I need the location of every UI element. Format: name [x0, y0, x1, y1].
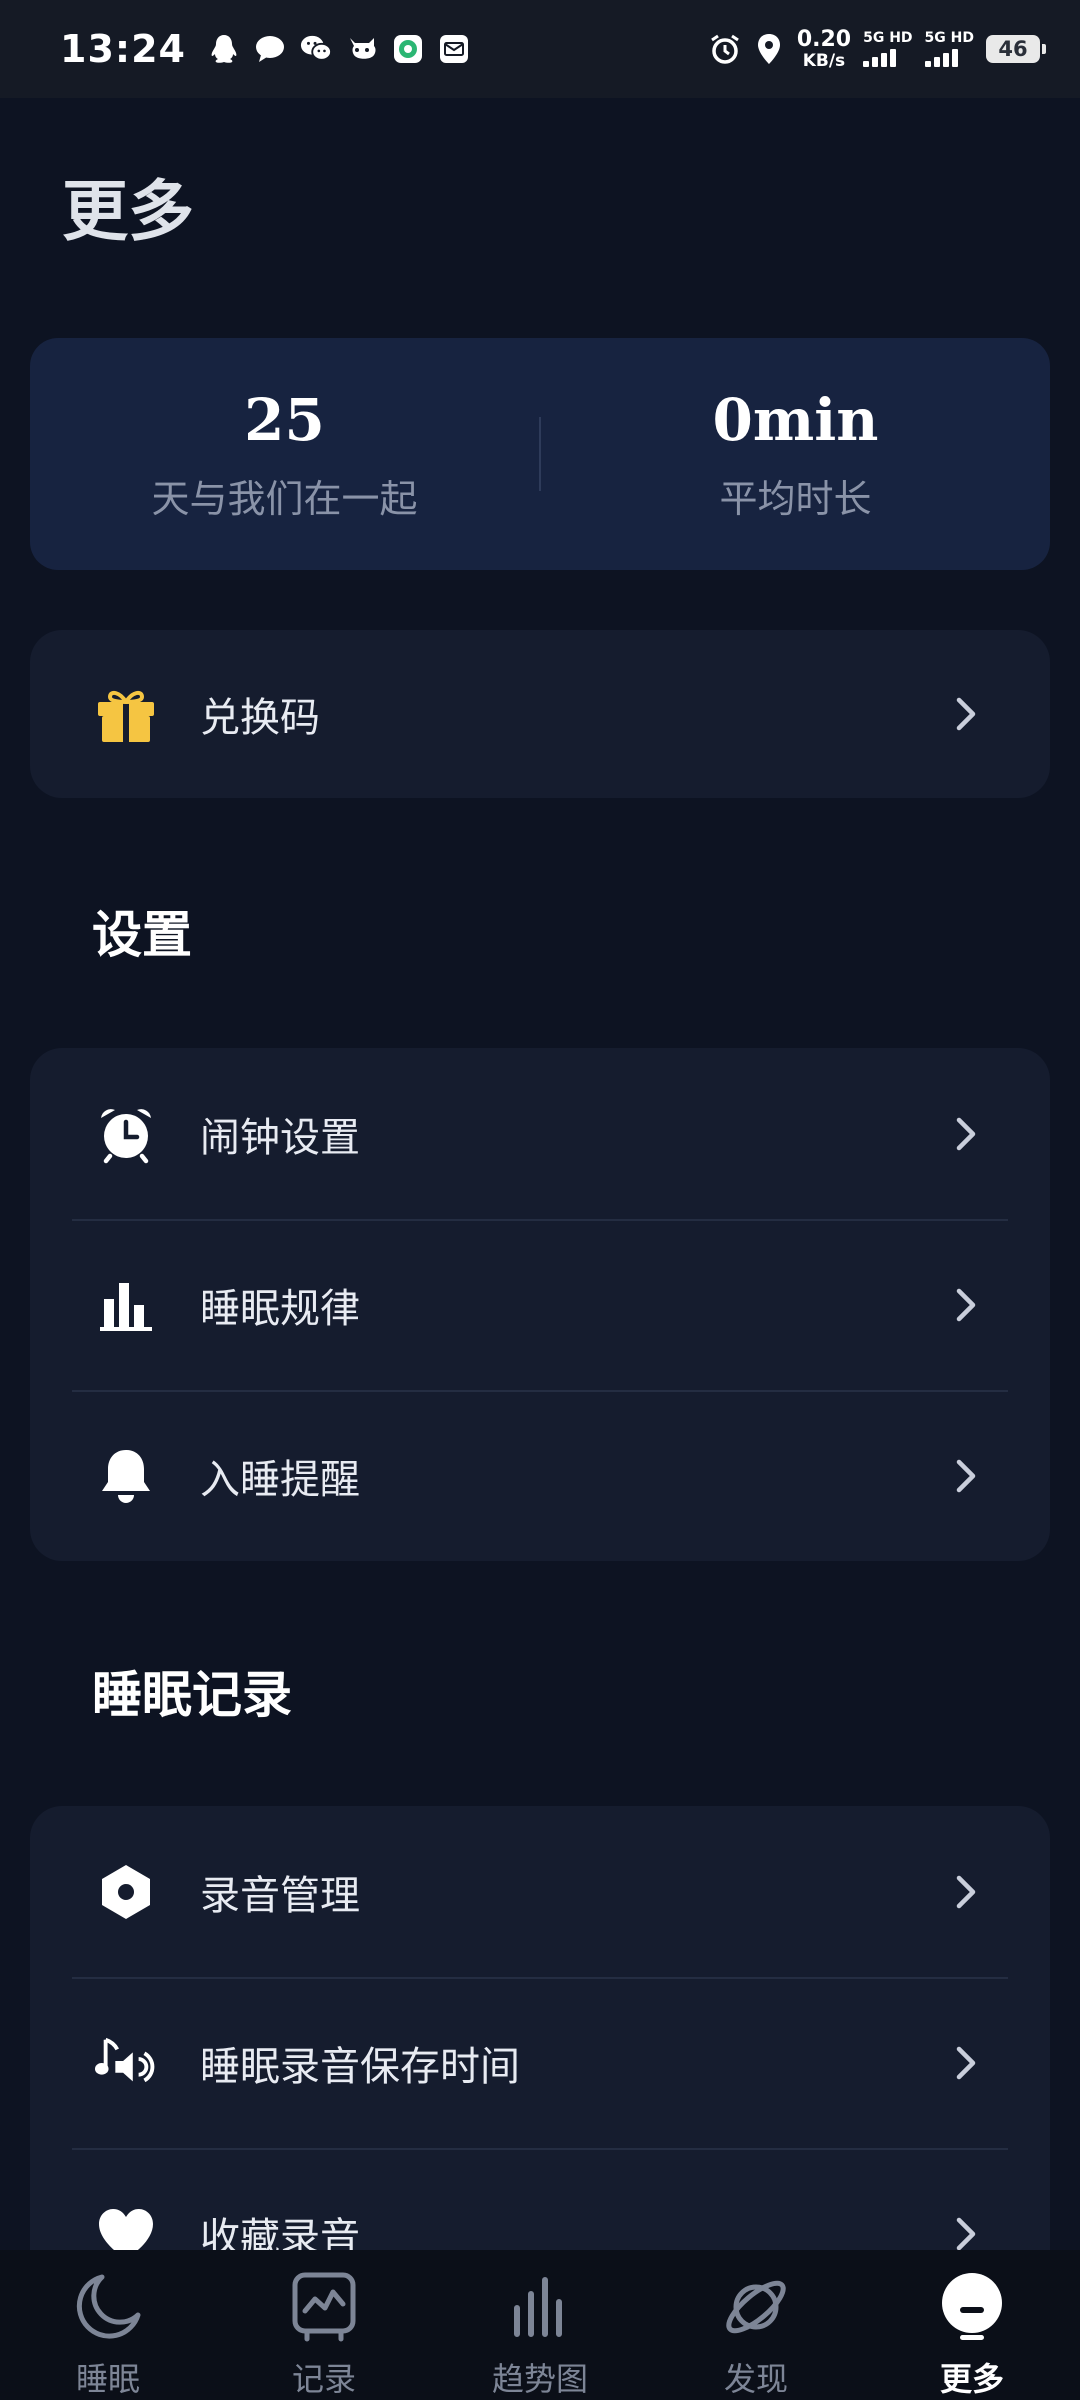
sim2-label: 5G HD — [924, 30, 974, 46]
signal-bars-icon — [924, 49, 958, 67]
notification-icons — [208, 33, 470, 65]
gift-icon — [94, 682, 158, 746]
bottom-nav: 睡眠 记录 趋势图 发现 更多 — [0, 2250, 1080, 2400]
location-icon — [753, 33, 785, 65]
signal-bars-icon — [863, 49, 897, 67]
alarm-clock-icon — [94, 1102, 158, 1166]
hexagon-nut-icon — [94, 1860, 158, 1924]
sim2-signal: 5G HD — [924, 30, 974, 67]
status-bar: 13:24 0.20 KB/s 5G HD 5G HD 46 — [0, 0, 1080, 98]
sleep-records-title: 睡眠记录 — [92, 1666, 292, 1724]
app-green-icon — [392, 33, 424, 65]
sleep-records-card: 录音管理 睡眠录音保存时间 收藏录音 — [30, 1806, 1050, 2326]
nav-discover[interactable]: 发现 — [648, 2250, 864, 2400]
sim1-signal: 5G HD — [863, 30, 913, 67]
avg-value: 0min — [712, 385, 879, 454]
alarm-settings-label: 闹钟设置 — [200, 1114, 360, 1161]
app-icon — [346, 33, 378, 65]
nav-discover-label: 发现 — [723, 2360, 788, 2398]
chevron-right-icon — [946, 1114, 986, 1154]
recording-management-row[interactable]: 录音管理 — [30, 1806, 1050, 1977]
nav-trends-label: 趋势图 — [491, 2360, 588, 2398]
nav-sleep[interactable]: 睡眠 — [0, 2250, 216, 2400]
avg-stat: 0min 平均时长 — [541, 386, 1050, 523]
net-speed-unit: KB/s — [802, 50, 846, 71]
message-icon — [254, 33, 286, 65]
redeem-card: 兑换码 — [30, 630, 1050, 798]
record-chart-icon — [284, 2268, 364, 2346]
bell-icon — [94, 1444, 158, 1508]
bedtime-reminder-label: 入睡提醒 — [200, 1456, 360, 1503]
screen: 13:24 0.20 KB/s 5G HD 5G HD 46 更多 25 天与我… — [0, 0, 1080, 2400]
music-volume-icon — [94, 2031, 158, 2095]
days-value: 25 — [244, 385, 325, 454]
net-speed-value: 0.20 — [796, 26, 852, 52]
recording-retention-row[interactable]: 睡眠录音保存时间 — [30, 1977, 1050, 2148]
wechat-icon — [300, 33, 332, 65]
stats-card: 25 天与我们在一起 0min 平均时长 — [30, 338, 1050, 570]
mail-icon — [438, 33, 470, 65]
sim1-label: 5G HD — [863, 30, 913, 46]
nav-more-label: 更多 — [939, 2360, 1004, 2398]
alarm-settings-row[interactable]: 闹钟设置 — [30, 1048, 1050, 1219]
recording-management-label: 录音管理 — [200, 1872, 360, 1919]
nav-more[interactable]: 更多 — [864, 2250, 1080, 2400]
days-stat: 25 天与我们在一起 — [30, 386, 539, 523]
more-face-icon — [932, 2268, 1012, 2346]
chevron-right-icon — [946, 2043, 986, 2083]
sleep-pattern-label: 睡眠规律 — [200, 1285, 360, 1332]
moon-icon — [68, 2268, 148, 2346]
chevron-right-icon — [946, 1872, 986, 1912]
qq-icon — [208, 33, 240, 65]
settings-title: 设置 — [92, 906, 192, 964]
trend-bars-icon — [500, 2268, 580, 2346]
chevron-right-icon — [946, 1285, 986, 1325]
chevron-right-icon — [946, 2214, 986, 2254]
redeem-row[interactable]: 兑换码 — [30, 630, 1050, 798]
nav-records[interactable]: 记录 — [216, 2250, 432, 2400]
nav-sleep-label: 睡眠 — [75, 2360, 140, 2398]
battery-indicator: 46 — [986, 35, 1046, 63]
days-label: 天与我们在一起 — [151, 476, 418, 521]
settings-card: 闹钟设置 睡眠规律 入睡提醒 — [30, 1048, 1050, 1561]
redeem-label: 兑换码 — [200, 695, 320, 741]
bedtime-reminder-row[interactable]: 入睡提醒 — [30, 1390, 1050, 1561]
sleep-pattern-row[interactable]: 睡眠规律 — [30, 1219, 1050, 1390]
chevron-right-icon — [946, 1456, 986, 1496]
bar-chart-icon — [94, 1273, 158, 1337]
planet-icon — [716, 2268, 796, 2346]
net-speed: 0.20 KB/s — [796, 26, 852, 71]
status-time: 13:24 — [60, 27, 186, 71]
alarm-icon — [709, 33, 741, 65]
chevron-right-icon — [946, 694, 986, 734]
nav-records-label: 记录 — [291, 2360, 356, 2398]
nav-trends[interactable]: 趋势图 — [432, 2250, 648, 2400]
status-right: 0.20 KB/s 5G HD 5G HD 46 — [709, 26, 1046, 71]
recording-retention-label: 睡眠录音保存时间 — [200, 2043, 520, 2090]
page-title: 更多 — [62, 173, 194, 250]
avg-label: 平均时长 — [719, 476, 872, 521]
